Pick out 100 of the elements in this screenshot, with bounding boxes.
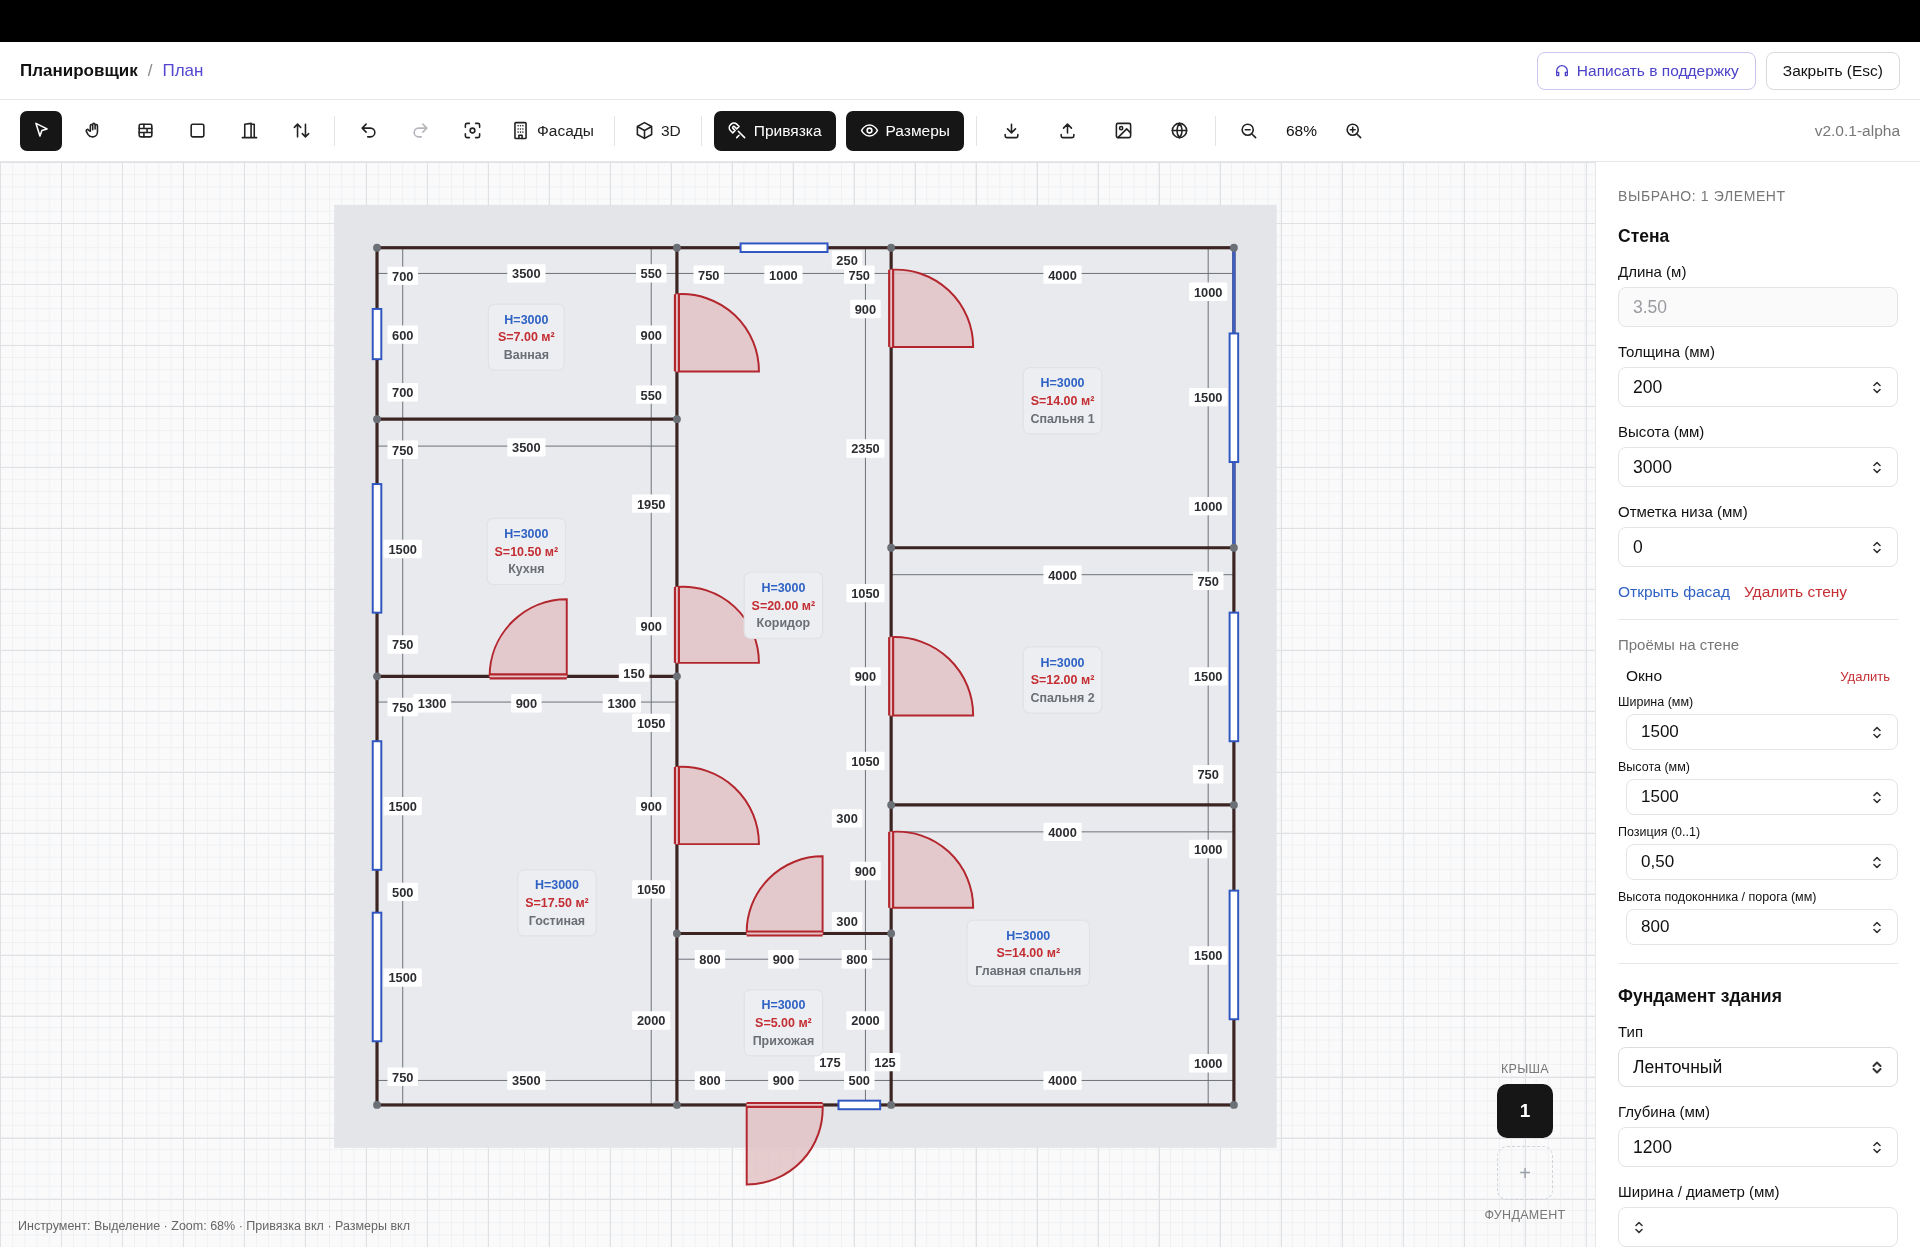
window-symbol[interactable] [371, 307, 383, 361]
field-label: Высота подоконника / порога (мм) [1618, 890, 1818, 904]
undo-icon [358, 121, 378, 140]
window-symbol[interactable] [371, 911, 383, 1043]
window-symbol[interactable] [371, 483, 383, 614]
door-symbol[interactable] [745, 855, 824, 937]
room-name: Прихожая [752, 1033, 815, 1048]
dimensions-toggle[interactable]: Размеры [845, 110, 964, 151]
magnet-icon [727, 121, 747, 140]
dimension-label: 1300 [602, 694, 641, 713]
room-area: S=10.50 м² [494, 544, 559, 559]
delete-link[interactable]: Удалить [1840, 668, 1890, 684]
dimension-label: 300 [831, 809, 863, 828]
input-field[interactable]: 3000 [1618, 447, 1898, 487]
window-symbol[interactable] [1228, 332, 1240, 463]
input-field[interactable]: 800 [1626, 909, 1898, 945]
dimension-label: 4000 [1043, 265, 1082, 284]
building-icon [511, 121, 530, 140]
room-height: H=3000 [1040, 655, 1085, 670]
dimension-label: 750 [387, 635, 418, 654]
globe-icon [1170, 121, 1190, 140]
support-button[interactable]: Написать в поддержку [1536, 51, 1756, 90]
dimension-label: 750 [693, 265, 724, 284]
facades-button[interactable]: Фасады [503, 110, 602, 151]
door-symbol[interactable] [488, 598, 568, 680]
brick-icon [135, 121, 155, 140]
focus-icon [462, 121, 482, 140]
dimension-label: 3500 [507, 1071, 546, 1090]
zoom-in-icon [1344, 121, 1364, 140]
door-icon [239, 121, 259, 140]
room-height: H=3000 [504, 312, 549, 327]
close-button[interactable]: Закрыть (Esc) [1765, 51, 1900, 90]
openings-heading: Проёмы на стене [1618, 636, 1741, 653]
download-icon [1002, 121, 1022, 140]
input-field[interactable]: 1500 [1626, 714, 1898, 750]
room-height: H=3000 [1006, 928, 1051, 943]
breadcrumb-link[interactable]: План [162, 60, 204, 81]
door-symbol[interactable] [888, 830, 975, 909]
window-symbol[interactable] [1228, 889, 1240, 1021]
door-symbol[interactable] [745, 1101, 824, 1186]
window-symbol[interactable] [739, 242, 829, 253]
room-area: S=12.00 м² [1030, 673, 1095, 688]
door-symbol[interactable] [888, 268, 975, 348]
image-icon [1114, 121, 1134, 140]
dimension-label: 550 [636, 264, 667, 283]
input-field[interactable]: 1500 [1626, 779, 1898, 815]
window-symbol[interactable] [837, 1099, 882, 1111]
dimension-label: 750 [1192, 765, 1224, 784]
door-symbol[interactable] [673, 293, 760, 373]
field-label: Длина (м) [1618, 263, 1688, 280]
dimension-label: 800 [841, 950, 873, 969]
field-label: Отметка низа (мм) [1618, 503, 1749, 520]
room-height: H=3000 [761, 580, 806, 595]
room-name: Гостиная [528, 913, 586, 928]
select-field[interactable]: Ленточный [1618, 1047, 1898, 1087]
breadcrumb-link[interactable]: Планировщик [20, 60, 138, 81]
field-label: Высота (мм) [1618, 760, 1691, 774]
zoom-out-icon [1239, 121, 1259, 140]
version-label: v2.0.1-alpha [1814, 121, 1900, 140]
snap-toggle[interactable]: Привязка [713, 110, 836, 151]
dimension-label: 1500 [1189, 946, 1228, 965]
floor-level-button[interactable]: 1 [1497, 1084, 1553, 1138]
opening-title: Окно [1626, 667, 1663, 685]
room-area: S=14.00 м² [996, 946, 1061, 961]
input-field[interactable] [1618, 1207, 1898, 1247]
window-symbol[interactable] [1228, 611, 1240, 743]
input-field[interactable]: 0,50 [1626, 844, 1898, 880]
room-area: S=20.00 м² [751, 598, 816, 613]
room-height: H=3000 [1040, 376, 1085, 391]
dimension-label: 3500 [507, 438, 546, 457]
field-label: Ширина (мм) [1618, 695, 1695, 709]
door-symbol[interactable] [888, 636, 975, 717]
dimension-label: 800 [694, 1071, 726, 1090]
field-label: Позиция (0..1) [1618, 825, 1702, 839]
dimension-label: 1000 [764, 265, 803, 284]
up-down-arrows-icon [291, 121, 311, 140]
door-symbol[interactable] [673, 765, 760, 846]
input-field[interactable]: 200 [1618, 367, 1898, 407]
dimension-label: 900 [768, 950, 799, 969]
3d-view-button[interactable]: 3D [626, 110, 689, 151]
room-label-card[interactable] [743, 989, 824, 1057]
dimension-label: 600 [387, 325, 418, 344]
room-name: Ванная [503, 348, 549, 363]
eye-icon [859, 121, 879, 140]
dimension-label: 900 [850, 667, 881, 686]
tool-button[interactable] [20, 110, 62, 151]
field-label: Ширина / диаметр (мм) [1618, 1183, 1781, 1200]
delete-wall-link[interactable]: Удалить стену [1743, 583, 1848, 601]
room-area: S=17.50 м² [525, 896, 589, 911]
input-field[interactable]: 1200 [1618, 1127, 1898, 1167]
dimension-label: 1500 [383, 968, 422, 987]
dimension-label: 500 [844, 1071, 875, 1090]
room-label-card[interactable] [743, 571, 824, 639]
room-name: Коридор [756, 616, 811, 631]
dimension-label: 700 [387, 383, 418, 402]
open-facade-link[interactable]: Открыть фасад [1618, 583, 1730, 601]
window-symbol[interactable] [371, 740, 383, 871]
dimension-label: 800 [694, 950, 726, 969]
input-field[interactable]: 0 [1618, 527, 1898, 567]
dimension-label: 550 [636, 385, 667, 404]
